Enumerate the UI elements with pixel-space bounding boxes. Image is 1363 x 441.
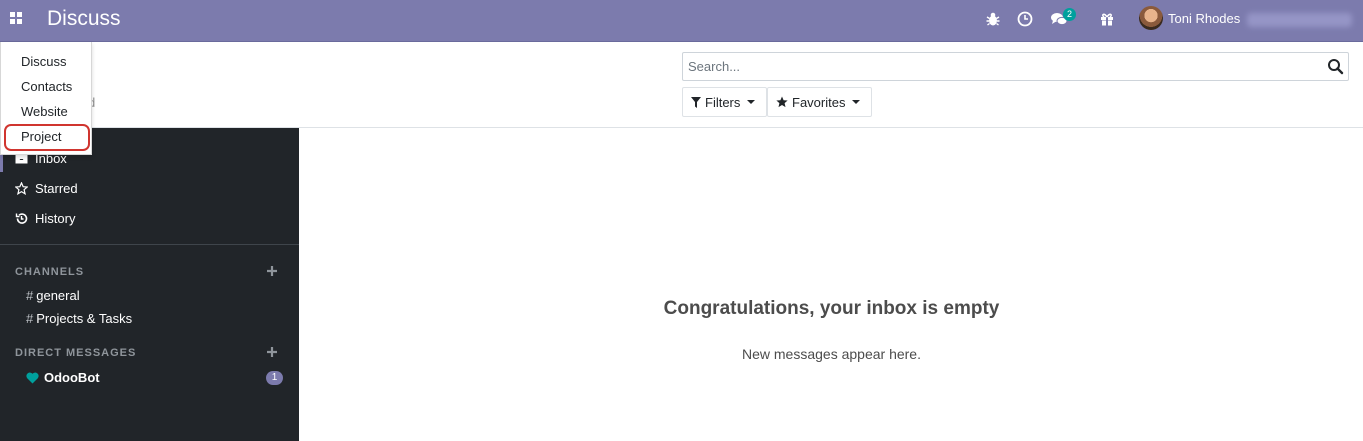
bug-icon[interactable] [984,10,1002,28]
menu-item-contacts[interactable]: Contacts [21,79,72,94]
dm-odoobot[interactable]: OdooBot [26,370,100,385]
chat-badge: 2 [1063,8,1077,21]
dm-name: OdooBot [44,370,100,385]
highlight-annotation [4,124,90,151]
channels-header[interactable]: CHANNELS [15,266,84,278]
empty-inbox-title: Congratulations, your inbox is empty [663,298,1000,319]
apps-dropdown-menu: Discuss Contacts Website Project [0,42,92,155]
heart-icon [26,372,39,383]
filter-icon [691,96,701,108]
gift-icon[interactable] [1098,10,1116,28]
user-name[interactable]: Toni Rhodes [1168,11,1240,26]
sidebar-item-label: History [35,210,76,226]
sidebar-divider [0,244,299,245]
add-direct-message-icon[interactable] [266,346,278,358]
unread-badge: 1 [266,371,283,385]
add-channel-icon[interactable] [266,265,278,277]
search-input[interactable] [688,59,1308,74]
search-box[interactable] [682,52,1349,81]
discuss-sidebar: Inbox Starred History CHANNELS # general … [0,128,299,441]
blurred-company-name [1247,13,1352,27]
filters-button[interactable]: Filters [682,87,767,117]
channel-projects-tasks[interactable]: # Projects & Tasks [26,311,132,326]
sidebar-item-starred[interactable]: Starred [15,178,78,198]
favorites-label: Favorites [792,94,846,110]
direct-messages-header[interactable]: DIRECT MESSAGES [15,347,136,359]
filters-label: Filters [705,94,741,110]
app-title[interactable]: Discuss [47,7,121,31]
channel-label: Projects & Tasks [36,311,133,326]
menu-item-discuss[interactable]: Discuss [21,54,67,69]
chevron-down-icon [852,100,861,104]
empty-inbox-subtitle: New messages appear here. [742,346,921,362]
sidebar-item-label: Starred [35,180,78,196]
channel-label: general [36,288,80,303]
sidebar-item-history[interactable]: History [15,208,75,228]
hash-icon: # [26,288,34,303]
chevron-down-icon [747,100,756,104]
search-icon[interactable] [1327,58,1344,75]
channel-general[interactable]: # general [26,288,80,303]
control-panel: d Filters Favorites [0,42,1363,128]
star-filled-icon [776,96,788,108]
clock-icon[interactable] [1016,10,1034,28]
hash-icon: # [26,311,34,326]
avatar[interactable] [1139,6,1163,30]
favorites-button[interactable]: Favorites [767,87,872,117]
star-icon [15,181,28,195]
apps-icon[interactable] [10,12,22,24]
top-navbar: Discuss 2 Toni Rhodes [0,0,1363,42]
menu-item-website[interactable]: Website [21,104,68,119]
history-icon [15,212,28,224]
